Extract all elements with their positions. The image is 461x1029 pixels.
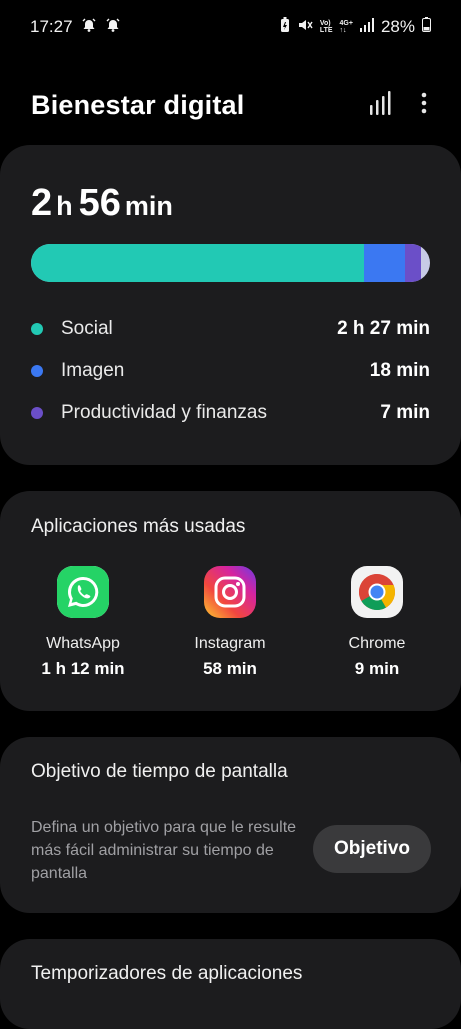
usage-bar-segment [364, 244, 405, 282]
status-time: 17:27 [30, 17, 73, 36]
volte-indicator: Vo) LTE [319, 20, 333, 34]
legend-dot [31, 323, 43, 335]
signal-icon [359, 17, 374, 37]
app-name: WhatsApp [46, 635, 120, 652]
legend-row-social: Social 2 h 27 min [31, 314, 430, 344]
app-item-instagram[interactable]: Instagram 58 min [165, 566, 295, 679]
app-item-whatsapp[interactable]: WhatsApp 1 h 12 min [18, 566, 148, 679]
app-time: 9 min [354, 659, 400, 678]
stats-chart-icon[interactable] [369, 90, 391, 120]
legend-row-productividad: Productividad y finanzas 7 min [31, 398, 430, 428]
legend-value: 18 min [369, 360, 430, 381]
screen-time-goal-title: Objetivo de tiempo de pantalla [31, 761, 288, 782]
page-title: Bienestar digital [31, 89, 245, 120]
usage-bar-segment [404, 244, 421, 282]
legend-label: Imagen [61, 360, 125, 381]
total-screen-time: 2 h 56 min [31, 182, 173, 224]
app-header: Bienestar digital [31, 84, 431, 126]
legend-label: Productividad y finanzas [61, 402, 267, 423]
app-timers-title: Temporizadores de aplicaciones [31, 963, 303, 984]
instagram-icon [204, 566, 256, 618]
chrome-icon [351, 566, 403, 618]
app-name: Instagram [194, 635, 266, 652]
data-arrows-icon: ↑↓ [339, 27, 347, 34]
legend-row-imagen: Imagen 18 min [31, 356, 430, 386]
battery-icon [422, 17, 431, 37]
app-time: 58 min [203, 659, 257, 678]
battery-level: 28% [380, 17, 415, 36]
battery-saver-icon [280, 16, 290, 38]
alarm-icon [81, 17, 97, 38]
mute-icon [297, 17, 313, 38]
legend-label: Social [61, 318, 113, 339]
more-options-icon[interactable] [421, 92, 427, 119]
screen-time-goal-description: Defina un objetivo para que le resulte m… [31, 819, 297, 882]
status-bar: 17:27 Vo) LTE 4G+ ↑↓ 28% [0, 0, 461, 54]
legend-dot [31, 365, 43, 377]
legend-dot [31, 407, 43, 419]
alarm-icon [105, 17, 121, 38]
app-name: Chrome [348, 635, 406, 652]
usage-category-bar [31, 244, 430, 282]
app-item-chrome[interactable]: Chrome 9 min [312, 566, 442, 679]
most-used-apps-title: Aplicaciones más usadas [31, 516, 246, 537]
legend-value: 7 min [380, 402, 430, 423]
app-time: 1 h 12 min [41, 659, 125, 678]
whatsapp-icon [57, 566, 109, 618]
network-indicator: 4G+ ↑↓ [339, 20, 353, 34]
set-goal-button[interactable]: Objetivo [313, 825, 431, 873]
usage-bar-segment [31, 244, 365, 282]
legend-value: 2 h 27 min [337, 318, 430, 339]
